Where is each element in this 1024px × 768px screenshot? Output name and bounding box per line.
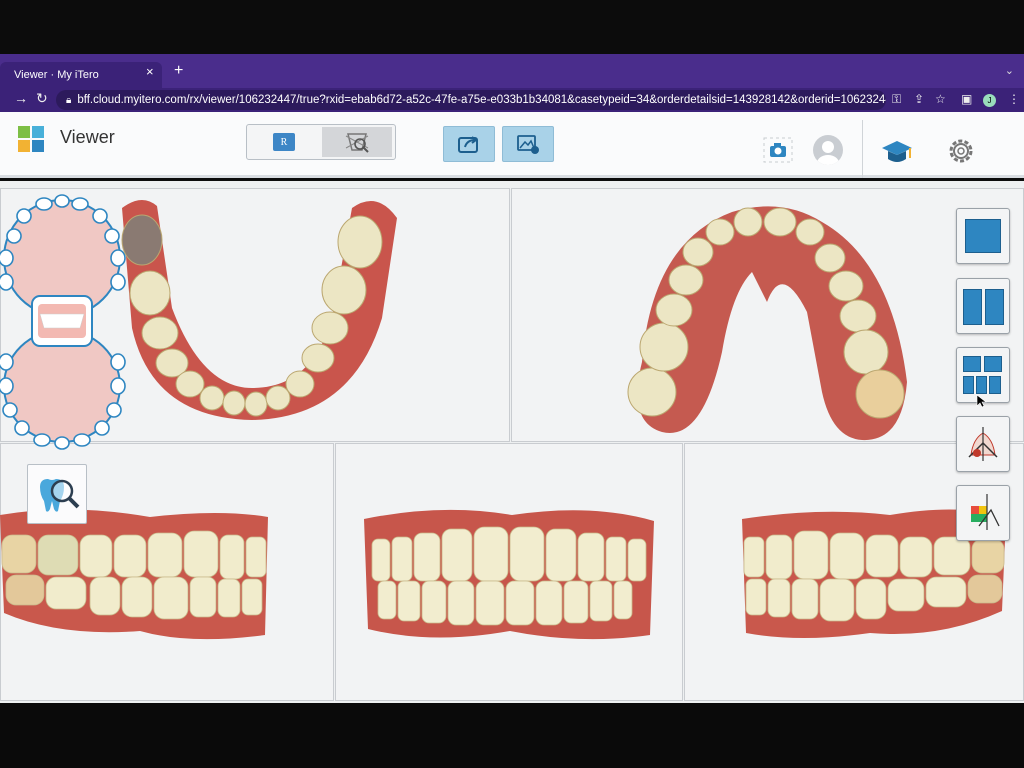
rx-label: R [280,137,288,148]
key-icon[interactable]: ⚿ [892,92,901,107]
rx-button[interactable]: R [250,127,318,157]
header-divider [862,120,863,178]
browser-tab[interactable]: Viewer · My iTero [0,62,162,88]
profile-avatar[interactable]: J [983,94,996,107]
new-tab-icon[interactable]: + [174,62,183,80]
jaw-selector-diagram[interactable] [0,194,130,450]
rx-folder-icon: R [273,133,295,151]
itero-logo [18,126,44,152]
margin-line-button[interactable] [956,416,1010,472]
tab-search-chevron-icon[interactable]: ⌄ [1005,64,1014,77]
sidebar-icon[interactable]: ▣ [961,92,972,106]
two-view-icon [963,289,982,325]
share-export-button[interactable] [443,126,495,162]
single-view-icon [965,219,1001,253]
right-buccal-scan[interactable] [0,505,272,645]
export-arrow-icon [458,136,478,153]
forward-arrow-icon[interactable]: → [14,90,28,106]
image-info-button[interactable] [502,126,554,162]
monitor-bezel [0,703,1024,768]
upper-arch-scan[interactable] [622,202,912,442]
graduation-cap-icon[interactable] [880,138,914,166]
tab-title: Viewer · My iTero [14,69,99,81]
image-info-icon [517,135,539,154]
user-avatar[interactable] [813,135,843,165]
layout-single-button[interactable] [956,208,1010,264]
margin-line-icon [968,427,998,461]
lock-icon: 🔒︎ [66,94,72,106]
lower-arch-scan[interactable] [112,198,402,423]
gear-icon[interactable] [946,136,976,166]
tooth-search-icon [345,133,369,153]
screen: Viewer · My iTero × + ⌄ → ↻ 🔒︎ bff.cloud… [0,0,1024,768]
address-bar[interactable]: 🔒︎ bff.cloud.myitero.com/rx/viewer/10623… [56,90,886,110]
bookmark-star-icon[interactable]: ☆ [935,92,946,106]
tooth-zoom-button[interactable] [27,464,87,524]
user-silhouette-icon [817,141,839,165]
camera-icon[interactable] [763,137,793,163]
tooth-magnifier-icon [40,479,80,512]
clearance-map-icon [971,494,1000,530]
url-text: bff.cloud.myitero.com/rx/viewer/10623244… [77,94,886,106]
page-title: Viewer [60,127,115,147]
viewer-mode-button[interactable] [322,127,392,157]
clearance-map-button[interactable] [956,485,1010,541]
tab-close-icon[interactable]: × [146,64,154,79]
share-icon[interactable]: ⇪ [914,92,924,106]
reload-icon[interactable]: ↻ [36,90,48,107]
anterior-scan[interactable] [362,505,658,645]
menu-dots-icon[interactable]: ⋮ [1008,92,1020,106]
layout-double-button[interactable] [956,278,1010,334]
mouse-cursor-icon [976,394,987,408]
five-view-icon [963,356,981,372]
